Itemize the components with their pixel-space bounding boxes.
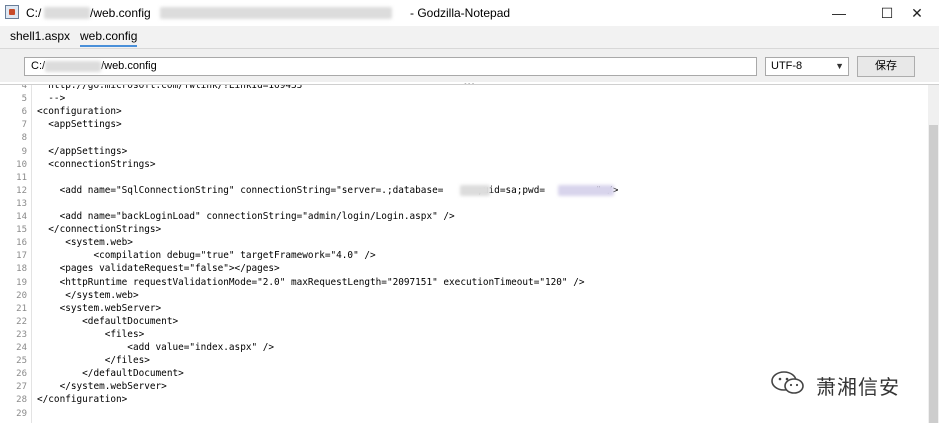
app-icon bbox=[5, 5, 19, 19]
title-bar: C:/ /web.config - Godzilla-Notepad — ☐ ✕ bbox=[0, 0, 939, 26]
code-line[interactable]: <appSettings> bbox=[37, 119, 121, 130]
code-line[interactable]: <files> bbox=[37, 329, 145, 340]
save-button[interactable]: 保存 bbox=[857, 56, 915, 77]
code-line[interactable]: <add name="backLoginLoad" connectionStri… bbox=[37, 211, 455, 222]
code-line[interactable]: <pages validateRequest="false"></pages> bbox=[37, 263, 280, 274]
line-number: 11 bbox=[16, 172, 27, 183]
line-number: 6 bbox=[21, 107, 27, 118]
code-line[interactable]: </system.web> bbox=[37, 290, 138, 301]
line-number: 26 bbox=[16, 369, 27, 380]
code-line[interactable]: </connectionStrings> bbox=[37, 224, 161, 235]
close-button[interactable]: ✕ bbox=[894, 0, 939, 26]
line-number: 25 bbox=[16, 356, 27, 367]
line-number: 8 bbox=[21, 133, 27, 144]
line-number: 17 bbox=[16, 251, 27, 262]
file-path-suffix: /web.config bbox=[101, 60, 157, 72]
watermark-text: 萧湘信安 bbox=[816, 375, 900, 399]
scrollbar-thumb[interactable] bbox=[929, 125, 938, 423]
tab-bar: shell1.aspx web.config bbox=[0, 26, 939, 49]
line-number: 22 bbox=[16, 316, 27, 327]
code-line[interactable]: <add value="index.aspx" /> bbox=[37, 342, 274, 353]
code-line[interactable]: <system.web> bbox=[37, 237, 133, 248]
line-number: 27 bbox=[16, 382, 27, 393]
minimize-button[interactable]: — bbox=[816, 0, 862, 26]
line-number: 15 bbox=[16, 225, 27, 236]
file-path-input[interactable]: C:/ /web.config bbox=[24, 57, 757, 76]
line-number: 14 bbox=[16, 212, 27, 222]
redacted-file-path bbox=[45, 60, 102, 72]
line-number: 4 bbox=[21, 84, 27, 91]
line-number: 16 bbox=[16, 238, 27, 249]
code-line[interactable]: <connectionStrings> bbox=[37, 159, 155, 170]
tab-shell1-aspx[interactable]: shell1.aspx bbox=[10, 29, 70, 43]
code-line[interactable]: </configuration> bbox=[37, 394, 127, 405]
line-number: 23 bbox=[16, 329, 27, 340]
code-line[interactable]: </defaultDocument> bbox=[37, 368, 184, 379]
window-title-prefix: C:/ bbox=[26, 6, 42, 20]
toolbar: C:/ /web.config UTF-8 ▼ 保存 bbox=[0, 49, 939, 82]
encoding-select[interactable]: UTF-8 ▼ bbox=[765, 57, 849, 76]
window-title-suffix: - Godzilla-Notepad bbox=[410, 6, 511, 20]
code-line[interactable]: <add name="SqlConnectionString" connecti… bbox=[37, 185, 619, 196]
line-number: 20 bbox=[16, 290, 27, 301]
code-line[interactable]: <system.webServer> bbox=[37, 303, 162, 314]
wechat-icon bbox=[771, 371, 804, 394]
code-line[interactable]: http://go.microsoft.com/fwlink/?LinkId=1… bbox=[37, 85, 302, 91]
code-line[interactable]: </system.webServer> bbox=[37, 381, 167, 392]
tab-web-config[interactable]: web.config bbox=[80, 29, 138, 47]
line-number: 5 bbox=[21, 94, 27, 105]
redacted-title-text bbox=[160, 7, 392, 19]
file-path-prefix: C:/ bbox=[31, 60, 46, 72]
line-number: 7 bbox=[21, 120, 27, 131]
line-number: 18 bbox=[16, 264, 27, 275]
line-number: 10 bbox=[16, 159, 27, 170]
code-line[interactable]: </files> bbox=[37, 355, 150, 366]
line-number: 13 bbox=[16, 198, 27, 209]
line-number: 12 bbox=[16, 185, 27, 196]
code-line[interactable]: --> bbox=[37, 93, 65, 104]
line-number: 21 bbox=[16, 303, 27, 314]
code-line[interactable]: </appSettings> bbox=[37, 146, 127, 157]
encoding-value: UTF-8 bbox=[771, 60, 803, 72]
code-line[interactable]: <defaultDocument> bbox=[37, 316, 178, 327]
code-line[interactable]: <httpRuntime requestValidationMode="2.0"… bbox=[37, 277, 585, 288]
vertical-scrollbar[interactable] bbox=[928, 85, 939, 423]
line-number-gutter: 4 5 6 7 8 9 10 11 12 13 14 15 16 17 18 19 20 21 22 23 24 25 26… bbox=[0, 85, 32, 423]
code-line[interactable]: <compilation debug="true" targetFramewor… bbox=[37, 250, 375, 261]
line-number: 9 bbox=[21, 146, 27, 157]
window-title-path: /web.config bbox=[90, 6, 151, 20]
redacted-title-path bbox=[44, 7, 90, 19]
line-number: 29 bbox=[16, 408, 27, 419]
redacted-database-name bbox=[460, 185, 490, 196]
line-number: 24 bbox=[16, 343, 27, 353]
line-number: 28 bbox=[16, 395, 27, 406]
chevron-down-icon: ▼ bbox=[835, 61, 844, 71]
code-line[interactable]: <configuration> bbox=[37, 106, 122, 117]
redacted-password bbox=[558, 185, 614, 196]
line-number: 19 bbox=[16, 277, 27, 288]
